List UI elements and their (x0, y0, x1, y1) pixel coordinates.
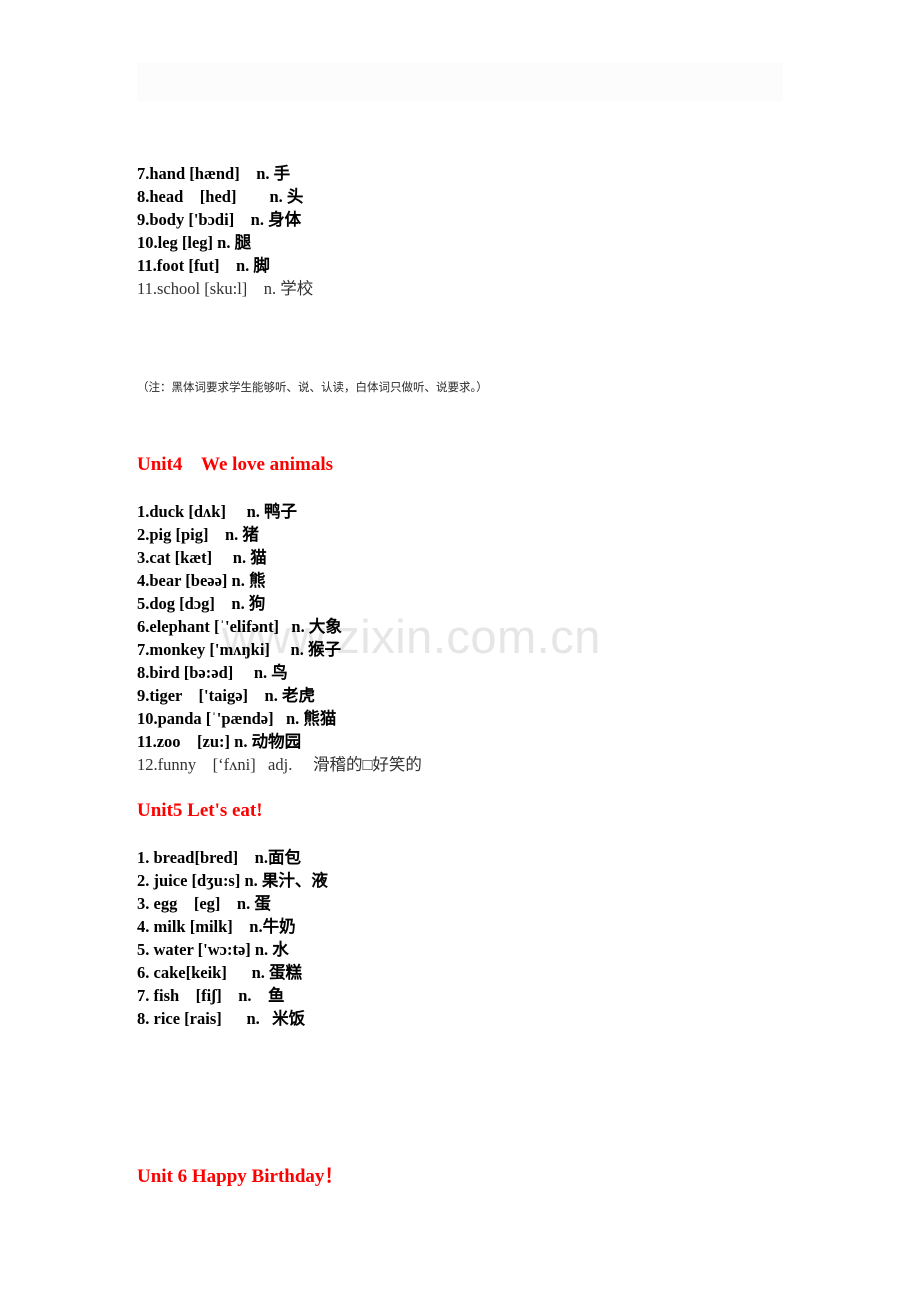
unit6-heading: Unit 6 Happy Birthday！ (137, 1166, 344, 1187)
word-entry: 6.elephant [ˈ'elifənt] n. 大象 (137, 617, 342, 636)
unit4-heading: Unit4 We love animals (137, 454, 333, 475)
word-entry: 1. bread[bred] n.面包 (137, 848, 301, 867)
word-entry: 3. egg [eg] n. 蛋 (137, 894, 271, 913)
word-entry: 2.pig [pig] n. 猪 (137, 525, 259, 544)
word-entry: 11.zoo [zu:] n. 动物园 (137, 732, 302, 751)
word-entry: 5.dog [dɔg] n. 狗 (137, 594, 266, 613)
body-parts-word-list: 7.hand [hænd] n. 手 8.head [hed] n. 头 9.b… (137, 0, 837, 300)
word-entry: 10.panda [ˈ'pændə] n. 熊猫 (137, 709, 337, 728)
word-entry: 7.hand [hænd] n. 手 (137, 164, 291, 183)
word-entry: 1.duck [dʌk] n. 鸭子 (137, 502, 297, 521)
word-entry: 8.head [hed] n. 头 (137, 187, 304, 206)
word-entry: 8.bird [bə:əd] n. 鸟 (137, 663, 288, 682)
document-content: 7.hand [hænd] n. 手 8.head [hed] n. 头 9.b… (137, 0, 837, 1190)
unit4-word-list: 1.duck [dʌk] n. 鸭子 2.pig [pig] n. 猪 3.ca… (137, 500, 837, 776)
word-entry: 4. milk [milk] n.牛奶 (137, 917, 296, 936)
word-entry: 5. water ['wɔ:tə] n. 水 (137, 940, 289, 959)
unit5-heading: Unit5 Let's eat! (137, 800, 263, 821)
word-entry: 11.foot [fut] n. 脚 (137, 256, 270, 275)
word-entry-plain: 12.funny [‘fʌni] adj. 滑稽的□好笑的 (137, 755, 422, 774)
word-entry: 2. juice [dʒu:s] n. 果汁、液 (137, 871, 328, 890)
document-page: www.zixin.com.cn 7.hand [hænd] n. 手 8.he… (0, 0, 920, 1302)
usage-note: （注：黑体词要求学生能够听、说、认读，白体词只做听、说要求。） (137, 380, 488, 394)
word-entry: 7. fish [fiʃ] n. 鱼 (137, 986, 285, 1005)
word-entry: 6. cake[keik] n. 蛋糕 (137, 963, 302, 982)
word-entry-plain: 11.school [sku:l] n. 学校 (137, 279, 314, 298)
word-entry: 4.bear [beəə] n. 熊 (137, 571, 266, 590)
unit5-word-list: 1. bread[bred] n.面包 2. juice [dʒu:s] n. … (137, 846, 837, 1030)
word-entry: 7.monkey ['mʌŋki] n. 猴子 (137, 640, 341, 659)
word-entry: 8. rice [rais] n. 米饭 (137, 1009, 306, 1028)
word-entry: 9.tiger ['taigə] n. 老虎 (137, 686, 315, 705)
word-entry: 9.body ['bɔdi] n. 身体 (137, 210, 302, 229)
word-entry: 10.leg [leg] n. 腿 (137, 233, 252, 252)
word-entry: 3.cat [kæt] n. 猫 (137, 548, 267, 567)
